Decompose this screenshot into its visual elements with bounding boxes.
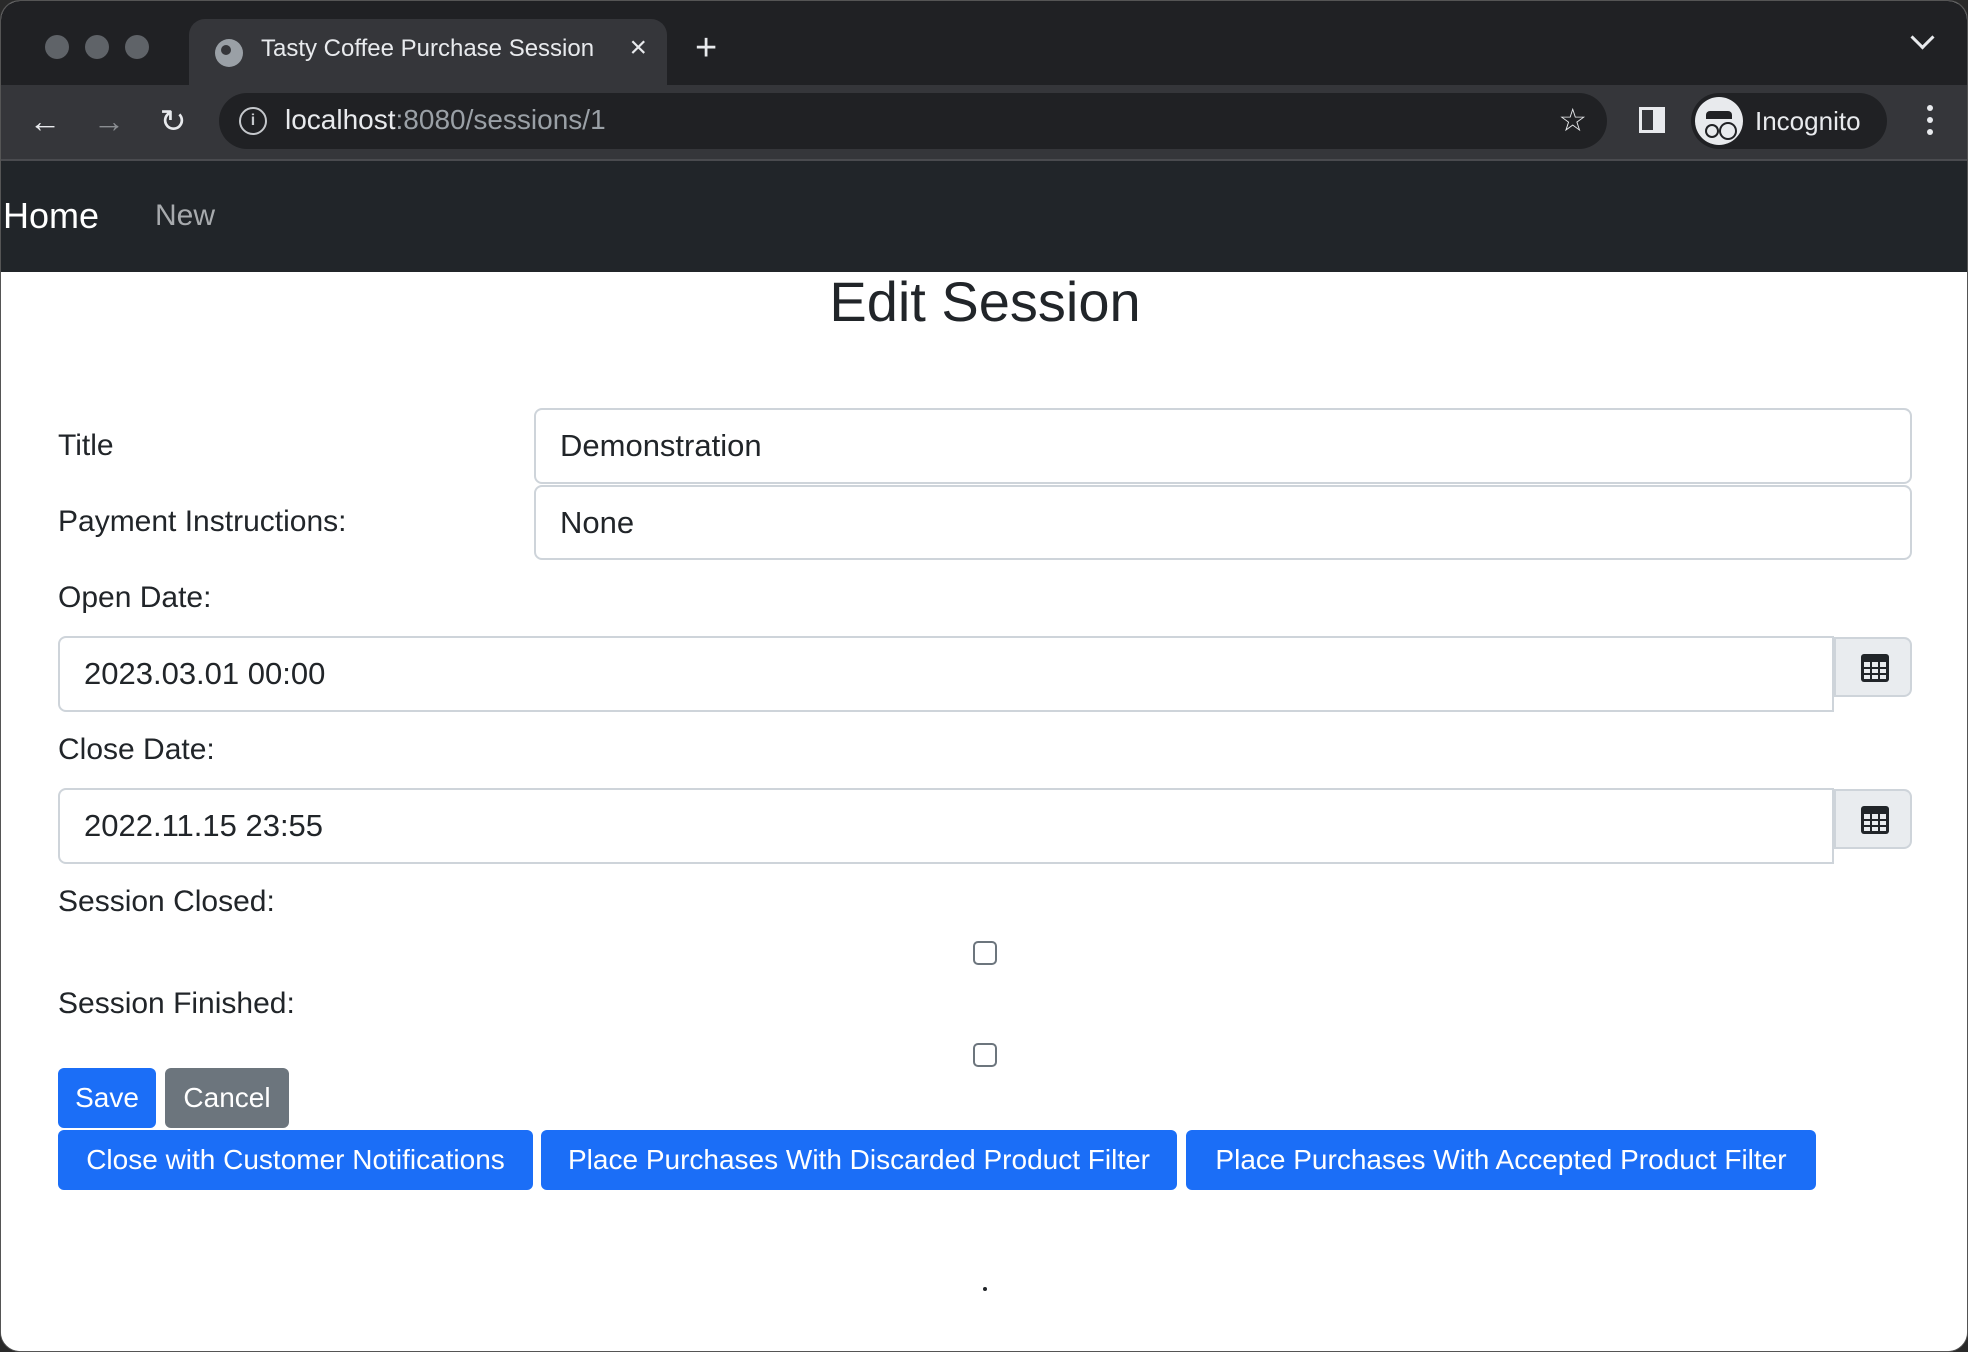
discarded-filter-button[interactable]: Place Purchases With Discarded Product F… bbox=[541, 1130, 1177, 1190]
footer-dot bbox=[983, 1287, 987, 1291]
tab-strip: Tasty Coffee Purchase Session × + bbox=[1, 1, 1967, 85]
open-date-picker-button[interactable] bbox=[1834, 637, 1912, 697]
browser-toolbar: ← → ↻ i localhost:8080/sessions/1 ☆ Inco… bbox=[1, 85, 1967, 161]
new-tab-plus-icon[interactable]: + bbox=[695, 29, 717, 67]
home-link[interactable]: Home bbox=[3, 195, 99, 237]
tab-title: Tasty Coffee Purchase Session bbox=[261, 35, 595, 62]
profile-label: Incognito bbox=[1755, 106, 1861, 136]
close-window-button[interactable] bbox=[45, 35, 69, 59]
more-menu-icon[interactable] bbox=[1927, 105, 1933, 111]
globe-icon bbox=[215, 39, 243, 67]
session-closed-label: Session Closed: bbox=[58, 885, 275, 918]
close-date-picker-button[interactable] bbox=[1834, 789, 1912, 849]
payment-instructions-label: Payment Instructions: bbox=[58, 505, 347, 538]
accepted-filter-button[interactable]: Place Purchases With Accepted Product Fi… bbox=[1186, 1130, 1816, 1190]
page-content: Home New Edit Session Title Demonstratio… bbox=[1, 161, 1967, 1351]
cancel-button[interactable]: Cancel bbox=[165, 1068, 289, 1128]
minimize-window-button[interactable] bbox=[85, 35, 109, 59]
close-date-input[interactable]: 2022.11.15 23:55 bbox=[58, 788, 1834, 864]
save-button[interactable]: Save bbox=[58, 1068, 156, 1128]
url-path: :8080/sessions/1 bbox=[395, 104, 606, 135]
chevron-down-icon[interactable] bbox=[1910, 25, 1935, 50]
title-label: Title bbox=[58, 429, 114, 462]
page-title: Edit Session bbox=[829, 270, 1141, 333]
session-finished-checkbox[interactable] bbox=[973, 1043, 997, 1067]
url-text[interactable]: localhost:8080/sessions/1 bbox=[285, 104, 606, 136]
open-date-input[interactable]: 2023.03.01 00:00 bbox=[58, 636, 1834, 712]
session-finished-label: Session Finished: bbox=[58, 987, 295, 1020]
forward-arrow-icon[interactable]: → bbox=[89, 101, 129, 141]
title-input[interactable]: Demonstration bbox=[534, 408, 1912, 484]
maximize-window-button[interactable] bbox=[125, 35, 149, 59]
site-info-icon[interactable]: i bbox=[239, 107, 267, 135]
new-link[interactable]: New bbox=[155, 199, 215, 233]
incognito-icon bbox=[1695, 97, 1743, 145]
close-tab-icon[interactable]: × bbox=[629, 31, 647, 65]
address-bar[interactable]: i localhost:8080/sessions/1 ☆ bbox=[219, 93, 1607, 149]
window-controls bbox=[45, 35, 149, 59]
close-with-notifications-button[interactable]: Close with Customer Notifications bbox=[58, 1130, 533, 1190]
url-host: localhost bbox=[285, 104, 396, 135]
browser-tab[interactable]: Tasty Coffee Purchase Session × bbox=[189, 19, 667, 85]
back-arrow-icon[interactable]: ← bbox=[25, 101, 65, 141]
incognito-profile-button[interactable]: Incognito bbox=[1691, 93, 1887, 149]
calendar-icon bbox=[1861, 654, 1889, 682]
payment-instructions-input[interactable]: None bbox=[534, 485, 1912, 560]
open-date-label: Open Date: bbox=[58, 581, 212, 614]
bookmark-star-icon[interactable]: ☆ bbox=[1558, 101, 1587, 139]
calendar-icon bbox=[1861, 806, 1889, 834]
app-navbar: Home New bbox=[1, 161, 1967, 272]
session-closed-checkbox[interactable] bbox=[973, 941, 997, 965]
side-panel-icon[interactable] bbox=[1639, 107, 1665, 133]
close-date-label: Close Date: bbox=[58, 733, 215, 766]
reload-icon[interactable]: ↻ bbox=[153, 101, 193, 141]
browser-window: Tasty Coffee Purchase Session × + ← → ↻ … bbox=[0, 0, 1968, 1352]
